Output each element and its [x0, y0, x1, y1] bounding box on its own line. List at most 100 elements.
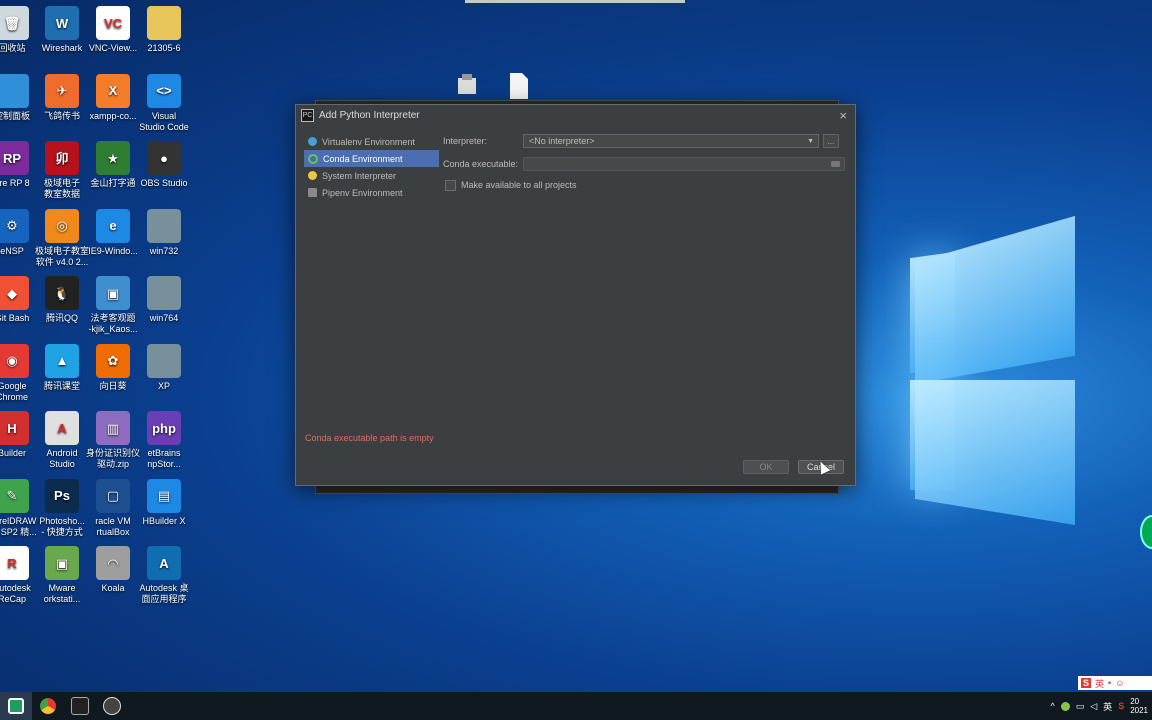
desktop-icon-label: Visual Studio Code: [139, 110, 189, 132]
desktop-icon[interactable]: 卯极域电子 教室数据: [33, 141, 91, 200]
desktop-icon-label: Wireshark: [41, 43, 83, 53]
error-message: Conda executable path is empty: [305, 433, 434, 443]
network-icon[interactable]: ▭: [1076, 701, 1085, 712]
desktop-icon-label: VNC-View...: [88, 43, 138, 53]
desktop-icon-label: etBrains npStor...: [147, 448, 181, 469]
dialog-title: Add Python Interpreter: [319, 109, 420, 121]
clock[interactable]: 20 2021: [1130, 697, 1148, 715]
desktop-icon[interactable]: Ps Photosho... - 快捷方式: [33, 478, 91, 538]
system-tray: ^ ▭ ◁ 英 S 20 2021: [1051, 692, 1152, 720]
desktop-icon[interactable]: ▤ HBuilder X: [135, 478, 193, 527]
desktop-tool-icon[interactable]: [452, 72, 482, 98]
app-icon: W: [45, 6, 79, 40]
app-icon: RP: [0, 141, 29, 175]
top-window-strip: [465, 0, 685, 3]
desktop-icon[interactable]: ✿ 向日葵: [84, 343, 142, 392]
desktop-file-icon[interactable]: [508, 73, 530, 99]
app-icon: ✎: [0, 478, 29, 513]
desktop-icon[interactable]: ▣ 法考客观题 -kjik_Kaos...: [84, 276, 142, 335]
chevron-up-icon[interactable]: ^: [1051, 701, 1055, 711]
conda-executable-label: Conda executable:: [443, 159, 519, 169]
sidebar-item-virtualenv[interactable]: Virtualenv Environment: [304, 133, 439, 150]
app-icon: A: [147, 546, 181, 580]
python-icon: [308, 171, 317, 180]
app-icon: [147, 6, 181, 40]
desktop-icon[interactable]: ▣ Mware orkstati...: [33, 546, 91, 605]
browse-interpreter-button[interactable]: ...: [823, 134, 839, 148]
desktop-icon-label: 法考客观题 -kjik_Kaos...: [88, 313, 138, 334]
taskbar-chrome[interactable]: [32, 692, 64, 720]
folder-icon[interactable]: [831, 161, 840, 167]
ime-toolbar[interactable]: S 英 • ☺: [1078, 676, 1152, 690]
app-icon: e: [96, 208, 130, 243]
interpreter-combobox[interactable]: <No interpreter> ▼: [523, 134, 819, 148]
desktop-icon[interactable]: ● OBS Studio: [135, 141, 193, 189]
taskbar-obs[interactable]: [96, 692, 128, 720]
make-available-checkbox-row[interactable]: Make available to all projects: [445, 177, 847, 193]
taskbar-pycharm[interactable]: [0, 692, 32, 720]
make-available-checkbox[interactable]: [445, 179, 456, 191]
app-icon: 🗑: [0, 6, 29, 40]
desktop-icon[interactable]: win732: [135, 208, 193, 257]
conda-form: Interpreter: <No interpreter> ▼ ... Cond…: [443, 131, 847, 193]
desktop-icon-label: 身份证识别仪 驱动.zip: [85, 448, 140, 469]
desktop-icon-label: HBuilder X: [142, 515, 186, 526]
app-icon: ◆: [0, 276, 29, 310]
app-icon: ▲: [45, 343, 79, 378]
app-icon: <>: [147, 73, 181, 108]
desktop-icon-label: 极域电子教室 软件 v4.0 2...: [34, 245, 89, 267]
desktop-icon[interactable]: VC VNC-View...: [84, 6, 142, 54]
pipenv-icon: [308, 188, 317, 197]
app-icon: ◉: [0, 343, 29, 378]
desktop-icon[interactable]: XP: [135, 343, 193, 392]
app-icon: ◎: [45, 208, 79, 243]
app-icon: ◠: [96, 546, 130, 580]
desktop-icon-label: 21305-6: [147, 43, 181, 53]
desktop-icon[interactable]: Xxampp-co...: [84, 73, 142, 122]
desktop-icon[interactable]: A Android Studio: [33, 411, 91, 470]
app-icon: [147, 276, 181, 310]
desktop-icon[interactable]: 🐧 腾讯QQ: [33, 276, 91, 324]
desktop-icon[interactable]: 21305-6: [135, 6, 193, 54]
desktop-icon-label: XP: [157, 380, 170, 391]
conda-executable-field[interactable]: [523, 157, 845, 171]
tray-app-icon[interactable]: [1060, 701, 1070, 711]
app-icon: php: [147, 411, 181, 445]
close-icon[interactable]: ×: [839, 108, 847, 123]
taskbar-terminal[interactable]: [64, 692, 96, 720]
sidebar-item-conda[interactable]: Conda Environment: [304, 150, 439, 167]
interpreter-label: Interpreter:: [443, 136, 488, 146]
app-icon: R: [0, 546, 29, 580]
sogou-icon: S: [1081, 678, 1092, 688]
app-icon: ▣: [45, 546, 79, 580]
desktop-icon[interactable]: win764: [135, 276, 193, 324]
ok-button[interactable]: OK: [743, 460, 789, 474]
app-icon: [0, 73, 29, 108]
app-icon: 🐧: [45, 276, 79, 310]
desktop-icon[interactable]: W Wireshark: [33, 6, 91, 54]
desktop-icon[interactable]: A Autodesk 桌 面应用程序: [135, 546, 193, 605]
desktop-icon[interactable]: ▢ racle VM rtualBox: [84, 478, 142, 538]
desktop-icon-label: OBS Studio: [140, 178, 188, 188]
desktop-icon[interactable]: ★ 金山打字通: [84, 141, 142, 189]
dialog-titlebar[interactable]: PC Add Python Interpreter ×: [296, 105, 855, 125]
desktop-icon[interactable]: ▲ 腾讯课堂: [33, 343, 91, 392]
desktop-icon[interactable]: ▥ 身份证识别仪 驱动.zip: [84, 411, 142, 470]
desktop-icon[interactable]: php etBrains npStor...: [135, 411, 193, 470]
sidebar-item-system[interactable]: System Interpreter: [304, 167, 439, 184]
sogou-tray-icon[interactable]: S: [1118, 701, 1124, 711]
tray-lang[interactable]: 英: [1103, 700, 1112, 713]
emoji-icon: ☺: [1115, 678, 1125, 688]
side-app-icon[interactable]: [1140, 515, 1152, 549]
desktop-icon[interactable]: <> Visual Studio Code: [135, 73, 193, 133]
sidebar-item-pipenv[interactable]: Pipenv Environment: [304, 184, 439, 201]
desktop-icon[interactable]: ✈ 飞鸽传书: [33, 73, 91, 122]
desktop-icon[interactable]: ◎ 极域电子教室 软件 v4.0 2...: [33, 208, 91, 268]
volume-icon[interactable]: ◁: [1090, 701, 1097, 712]
desktop-icon-label: 极域电子 教室数据: [43, 178, 80, 199]
desktop-icon[interactable]: ◠ Koala: [84, 546, 142, 594]
add-python-interpreter-dialog: PC Add Python Interpreter × Virtualenv E…: [295, 104, 856, 486]
desktop-icon[interactable]: e IE9-Windo...: [84, 208, 142, 257]
app-icon: [147, 343, 181, 378]
desktop-icon-label: xampp-co...: [89, 110, 137, 121]
